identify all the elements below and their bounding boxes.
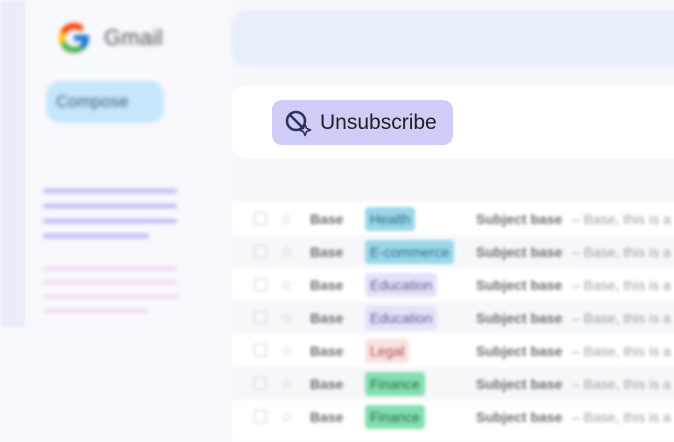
email-sender: Base	[310, 276, 344, 293]
checkbox-icon[interactable]	[254, 377, 267, 390]
email-row[interactable]: ☆ Base E-commerce Subject base – Base, t…	[232, 235, 674, 268]
email-rows: ☆ Base Health Subject base – Base, this …	[232, 202, 674, 433]
email-snippet: – Base, this is a	[572, 375, 671, 392]
email-sender: Base	[310, 309, 344, 326]
email-subject: Subject base	[476, 276, 563, 293]
checkbox-icon[interactable]	[254, 311, 267, 324]
nav-item[interactable]	[43, 204, 177, 208]
brand-name: Gmail	[104, 25, 163, 50]
email-snippet: – Base, this is a	[572, 276, 671, 293]
email-sender: Base	[310, 210, 344, 227]
nav-item[interactable]	[43, 219, 177, 223]
main-panel: Unsubscribe ☆ Base Health Subject base –…	[230, 0, 674, 442]
email-sender: Base	[310, 243, 344, 260]
star-icon[interactable]: ☆	[280, 276, 293, 294]
search-bar[interactable]	[232, 10, 674, 67]
email-snippet: – Base, this is a	[572, 309, 671, 326]
email-subject: Subject base	[476, 210, 563, 227]
email-row[interactable]: ☆ Base Finance Subject base – Base, this…	[232, 400, 674, 433]
email-row[interactable]: ☆ Base Finance Subject base – Base, this…	[232, 367, 674, 400]
email-list-header	[232, 178, 674, 202]
email-subject: Subject base	[476, 243, 563, 260]
star-icon[interactable]: ☆	[280, 408, 293, 426]
nav-list-placeholder	[43, 189, 177, 249]
nav-item[interactable]	[43, 189, 177, 193]
email-label-tag[interactable]: Health	[365, 206, 416, 231]
label-item[interactable]	[43, 309, 149, 312]
label-item[interactable]	[43, 267, 177, 270]
checkbox-icon[interactable]	[254, 278, 267, 291]
email-subject: Subject base	[476, 342, 563, 359]
unsubscribe-label: Unsubscribe	[320, 110, 437, 134]
magic-unsubscribe-icon	[285, 110, 312, 136]
email-list: ☆ Base Health Subject base – Base, this …	[232, 178, 674, 442]
checkbox-icon[interactable]	[254, 410, 267, 423]
email-sender: Base	[310, 408, 344, 425]
unsubscribe-button[interactable]: Unsubscribe	[272, 100, 453, 145]
left-rail	[0, 0, 26, 328]
email-subject: Subject base	[476, 309, 563, 326]
labels-list-placeholder	[43, 267, 177, 323]
email-row[interactable]: ☆ Base Education Subject base – Base, th…	[232, 301, 674, 334]
star-icon[interactable]: ☆	[280, 243, 293, 261]
app-window: Gmail Compose Unsubscribe ☆ Base Health …	[0, 0, 674, 442]
nav-item[interactable]	[43, 234, 149, 238]
label-item[interactable]	[43, 281, 177, 284]
email-snippet: – Base, this is a	[572, 342, 671, 359]
star-icon[interactable]: ☆	[280, 309, 293, 327]
email-sender: Base	[310, 375, 344, 392]
email-label-tag[interactable]: E-commerce	[365, 239, 455, 264]
email-row[interactable]: ☆ Base Legal Subject base – Base, this i…	[232, 334, 674, 367]
label-item[interactable]	[43, 295, 177, 298]
email-row[interactable]: ☆ Base Health Subject base – Base, this …	[232, 202, 674, 235]
email-label-tag[interactable]: Education	[365, 305, 438, 330]
email-subject: Subject base	[476, 408, 563, 425]
sidebar: Gmail Compose	[26, 0, 230, 442]
email-sender: Base	[310, 342, 344, 359]
email-label-tag[interactable]: Finance	[365, 371, 425, 396]
star-icon[interactable]: ☆	[280, 342, 293, 360]
star-icon[interactable]: ☆	[280, 210, 293, 228]
email-label-tag[interactable]: Education	[365, 272, 438, 297]
email-row[interactable]: ☆ Base Education Subject base – Base, th…	[232, 268, 674, 301]
email-label-tag[interactable]: Finance	[365, 404, 425, 429]
star-icon[interactable]: ☆	[280, 375, 293, 393]
email-snippet: – Base, this is a	[572, 243, 671, 260]
email-subject: Subject base	[476, 375, 563, 392]
email-snippet: – Base, this is a	[572, 210, 671, 227]
action-toolbar: Unsubscribe	[232, 86, 674, 159]
email-label-tag[interactable]: Legal	[365, 338, 410, 363]
email-snippet: – Base, this is a	[572, 408, 671, 425]
checkbox-icon[interactable]	[254, 344, 267, 357]
checkbox-icon[interactable]	[254, 212, 267, 225]
gmail-logo[interactable]: Gmail	[56, 20, 163, 56]
checkbox-icon[interactable]	[254, 245, 267, 258]
compose-button[interactable]: Compose	[46, 81, 164, 123]
google-g-icon	[59, 23, 89, 53]
